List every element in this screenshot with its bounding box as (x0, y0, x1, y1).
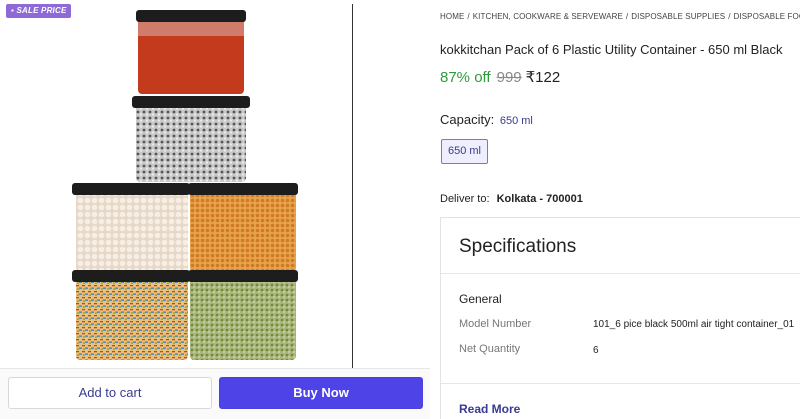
capacity-row: Capacity: 650 ml (440, 112, 533, 127)
spec-key-model-number: Model Number (459, 318, 532, 330)
spec-key-net-quantity: Net Quantity (459, 343, 521, 355)
buy-now-button[interactable]: Buy Now (219, 377, 423, 409)
sale-price: ₹122 (525, 69, 561, 86)
capacity-label: Capacity: (440, 112, 495, 127)
breadcrumb-kitchen[interactable]: KITCHEN, COOKWARE & SERVEWARE (473, 12, 623, 21)
breadcrumb: HOME / KITCHEN, COOKWARE & SERVEWARE / DISPO… (440, 12, 800, 21)
breadcrumb-disposable-food[interactable]: DISPOSABLE FOOD CONTA (734, 12, 800, 21)
divider (441, 383, 800, 384)
action-bar: Add to cart Buy Now (0, 368, 430, 419)
capacity-option-chip[interactable]: 650 ml (441, 139, 488, 164)
delivery-row: Deliver to: Kolkata - 700001 (440, 193, 583, 205)
divider (441, 273, 800, 274)
discount-label: 87% off (440, 69, 491, 86)
breadcrumb-home[interactable]: HOME (440, 12, 464, 21)
product-title: kokkitchan Pack of 6 Plastic Utility Con… (440, 42, 783, 57)
read-more-link[interactable]: Read More (459, 402, 520, 416)
product-gallery: ▪ SALE PRICE Add to cart Buy Now (0, 0, 430, 419)
specifications-title: Specifications (459, 236, 577, 257)
breadcrumb-separator: / (625, 12, 629, 21)
product-details: HOME / KITCHEN, COOKWARE & SERVEWARE / DISPO… (430, 0, 800, 419)
product-image[interactable] (70, 8, 302, 364)
capacity-value: 650 ml (499, 115, 533, 127)
delivery-label: Deliver to: (440, 193, 490, 205)
add-to-cart-button[interactable]: Add to cart (8, 377, 212, 409)
spec-value-net-quantity: 6 (593, 345, 599, 356)
gallery-divider (352, 4, 353, 368)
spec-group-title: General (459, 292, 502, 306)
price-row: 87% off 999 ₹122 (440, 68, 560, 86)
breadcrumb-disposable-supplies[interactable]: DISPOSABLE SUPPLIES (631, 12, 725, 21)
specifications-card: Specifications General Model Number 101_… (440, 217, 800, 419)
spec-value-model-number: 101_6 pice black 500ml air tight contain… (593, 319, 795, 330)
sale-badge: ▪ SALE PRICE (6, 4, 72, 18)
breadcrumb-separator: / (728, 12, 731, 21)
delivery-location[interactable]: Kolkata - 700001 (497, 193, 583, 205)
breadcrumb-separator: / (467, 12, 470, 21)
original-price: 999 (496, 69, 522, 86)
